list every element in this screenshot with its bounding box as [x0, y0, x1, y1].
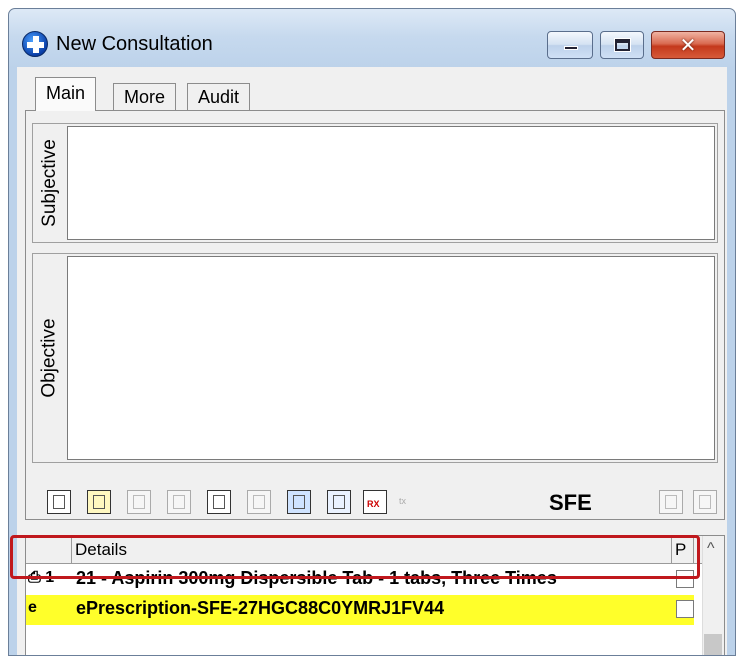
close-button[interactable]: ✕: [651, 31, 725, 59]
row-details: ePrescription-SFE-27HGC88C0YMRJ1FV44: [76, 598, 445, 618]
objective-group: Objective: [32, 253, 718, 463]
tab-audit[interactable]: Audit: [187, 83, 251, 111]
row-details: 21 - Aspirin 300mg Dispersible Tab - 1 t…: [76, 568, 557, 588]
grid-header: Details P: [26, 536, 712, 564]
tx-icon[interactable]: tx: [399, 496, 406, 506]
window-client: Main More Audit Subjective Objective RX: [17, 67, 727, 655]
title-bar[interactable]: New Consultation ✕: [9, 9, 735, 67]
rx-icon[interactable]: RX: [363, 490, 387, 514]
edit-script-icon[interactable]: [287, 490, 311, 514]
row-checkbox[interactable]: [676, 570, 694, 588]
prescription-grid: Details P ^ ⎙ 1 21 - Aspirin 300mg Dispe…: [25, 535, 725, 655]
tab-more[interactable]: More: [113, 83, 177, 111]
tab-strip: Main More Audit: [17, 67, 727, 111]
edit-pencil-icon[interactable]: [47, 490, 71, 514]
table-row[interactable]: ⎙ 1 21 - Aspirin 300mg Dispersible Tab -…: [26, 565, 694, 595]
print-preview-icon[interactable]: [127, 490, 151, 514]
subjective-label: Subjective: [39, 139, 61, 227]
app-plus-icon: [22, 31, 48, 57]
copy-document-icon[interactable]: [247, 490, 271, 514]
vertical-scrollbar[interactable]: ^: [702, 536, 724, 655]
consultation-window: New Consultation ✕ Main More Audit Subje…: [8, 8, 736, 656]
close-icon: ✕: [679, 35, 697, 57]
table-row[interactable]: e ePrescription-SFE-27HGC88C0YMRJ1FV44: [26, 595, 694, 625]
minimize-button[interactable]: [547, 31, 593, 59]
scrollbar-thumb[interactable]: [704, 634, 722, 655]
image-icon[interactable]: [327, 490, 351, 514]
minimize-icon: [564, 46, 578, 50]
objective-label: Objective: [39, 318, 61, 398]
report-icon[interactable]: [659, 490, 683, 514]
new-document-icon[interactable]: [87, 490, 111, 514]
printer-icon[interactable]: [167, 490, 191, 514]
prescription-toolbar: RX tx SFE: [25, 482, 725, 522]
maximize-icon: [614, 38, 631, 52]
p-column-header[interactable]: P: [672, 536, 694, 564]
print-script-icon[interactable]: [207, 490, 231, 514]
details-column-header[interactable]: Details: [72, 536, 672, 564]
indicator-column-header[interactable]: [26, 536, 72, 564]
row-indicator: ⎙ 1: [28, 569, 55, 586]
main-tab-panel: Subjective Objective: [25, 110, 725, 520]
objective-textarea[interactable]: [67, 256, 715, 460]
row-checkbox[interactable]: [676, 600, 694, 618]
page-icon[interactable]: [693, 490, 717, 514]
subjective-textarea[interactable]: [67, 126, 715, 240]
row-indicator: e: [28, 599, 37, 616]
scroll-up-icon[interactable]: ^: [707, 540, 715, 558]
maximize-button[interactable]: [600, 31, 644, 59]
sfe-badge: SFE: [549, 490, 592, 515]
subjective-group: Subjective: [32, 123, 718, 243]
window-title: New Consultation: [56, 33, 213, 55]
tab-main[interactable]: Main: [35, 77, 97, 111]
